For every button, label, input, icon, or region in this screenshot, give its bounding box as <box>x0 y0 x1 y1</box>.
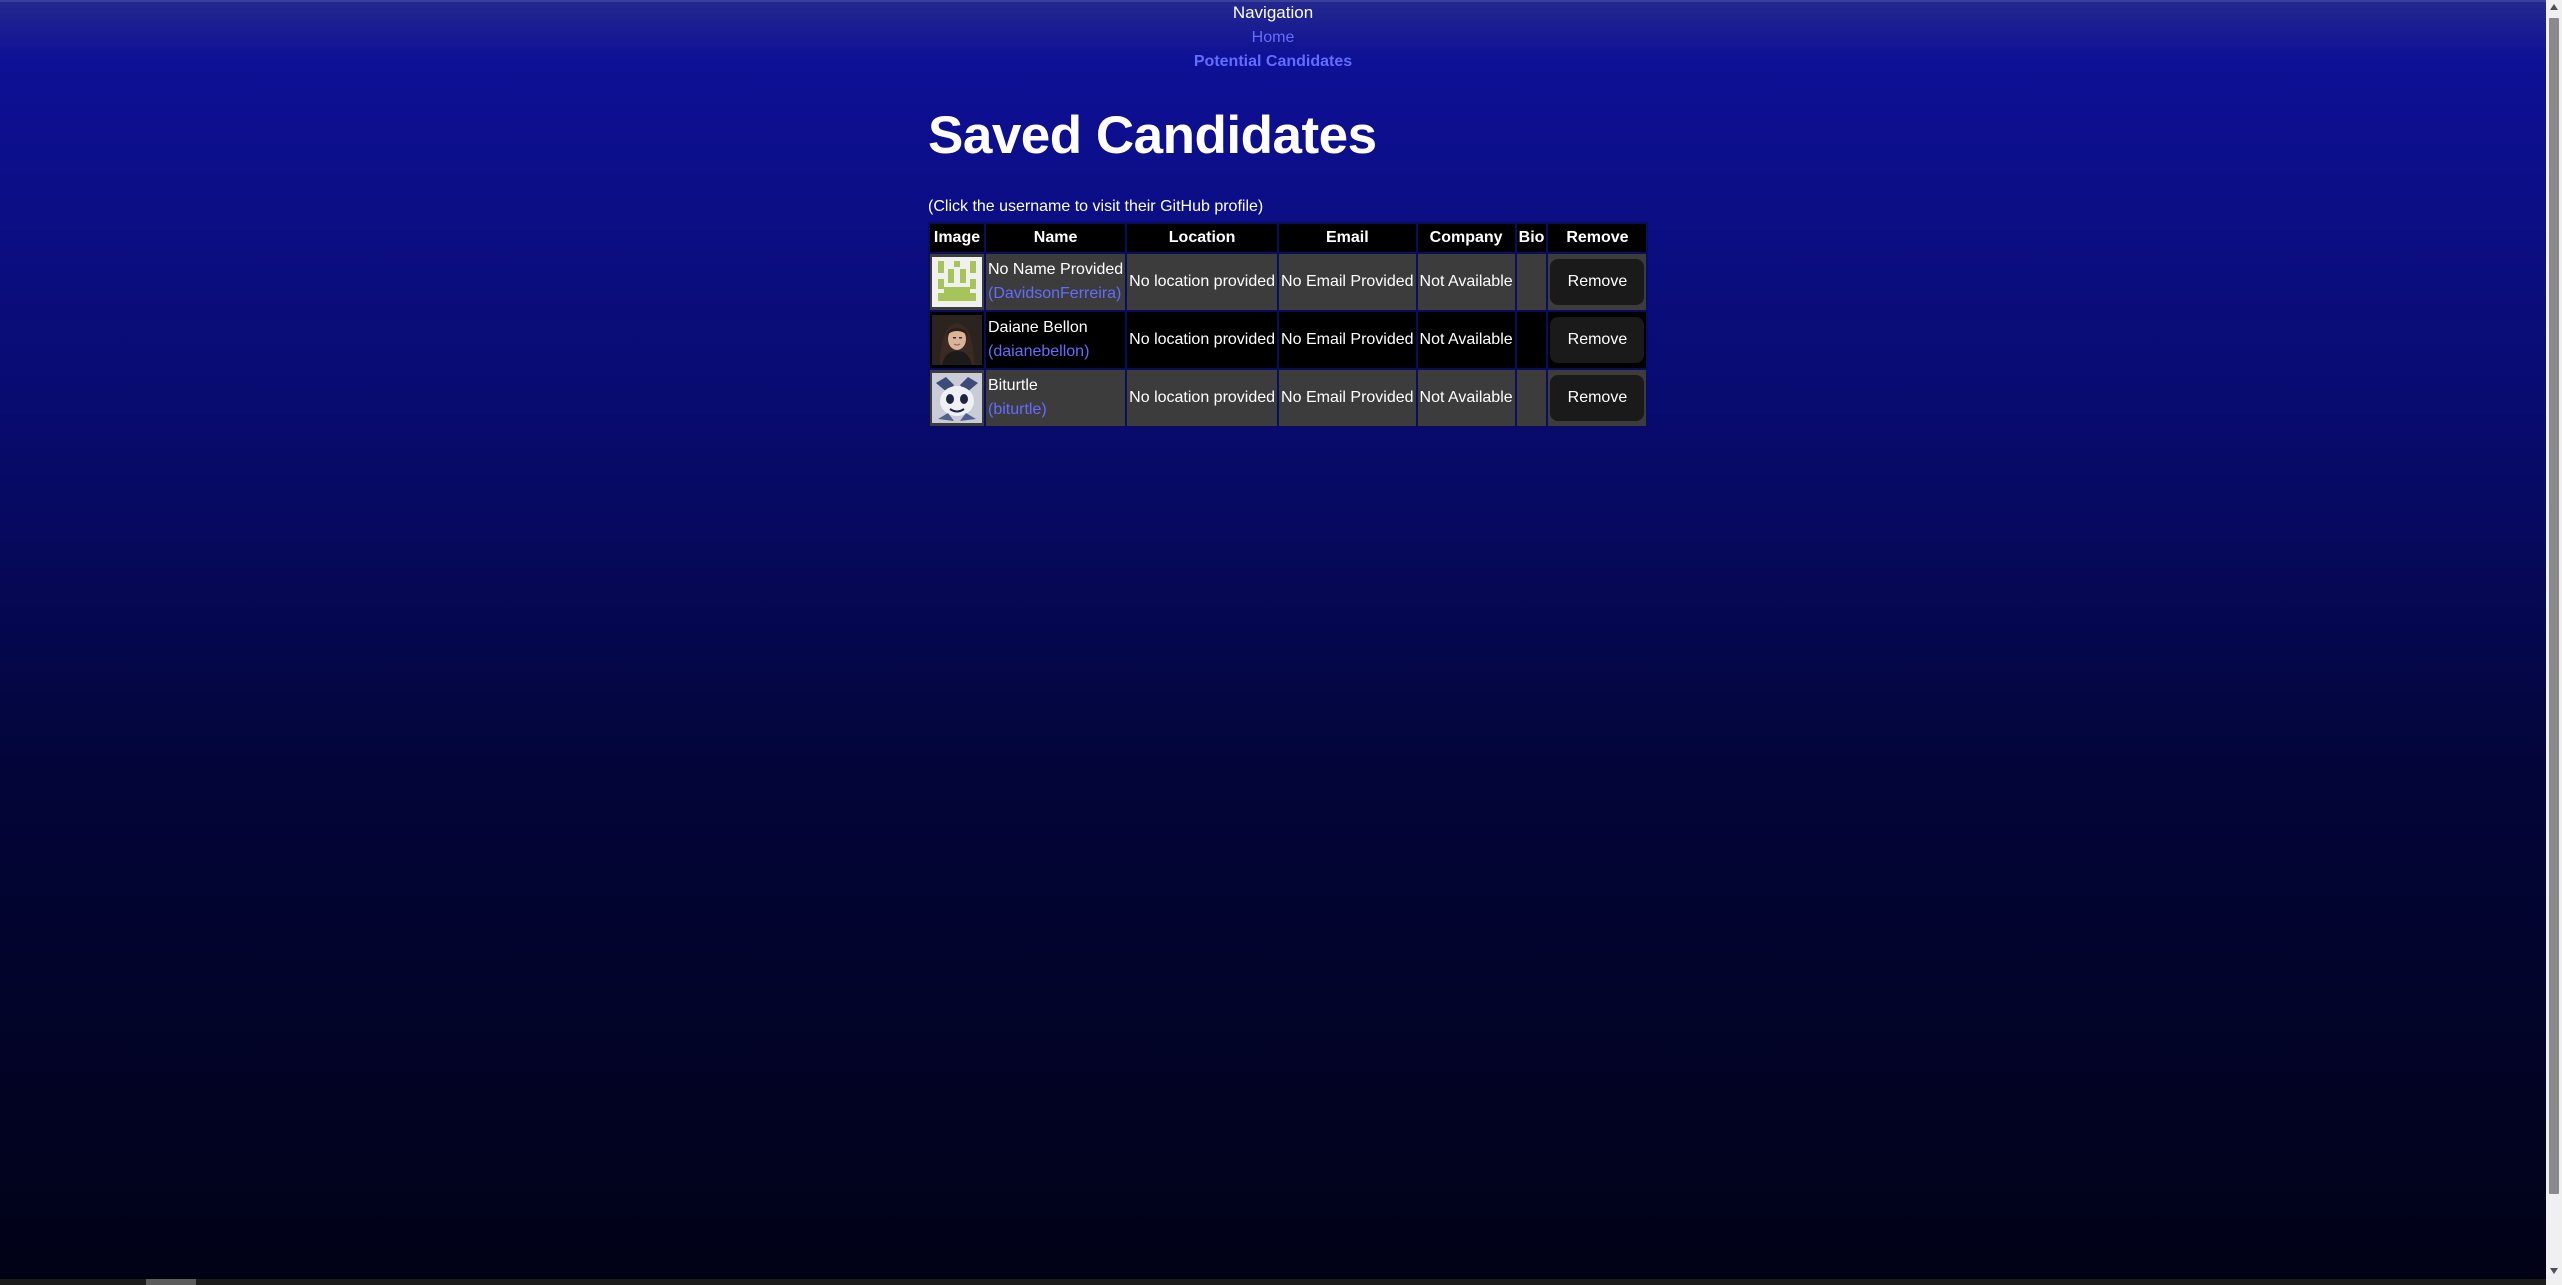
candidate-username-link[interactable]: (DavidsonFerreira) <box>988 285 1121 302</box>
bio-cell <box>1516 370 1547 426</box>
avatar-cell <box>930 254 984 310</box>
remove-cell: Remove <box>1548 370 1647 426</box>
email-cell: No Email Provided <box>1279 312 1416 368</box>
email-cell: No Email Provided <box>1279 254 1416 310</box>
avatar-cell <box>930 370 984 426</box>
profile-hint: (Click the username to visit their GitHu… <box>928 198 1264 215</box>
nav-title: Navigation <box>1232 3 1314 22</box>
scroll-down-arrow-icon[interactable] <box>2550 1268 2558 1274</box>
nav-item-potential-candidates: Potential Candidates <box>0 50 2546 74</box>
remove-cell: Remove <box>1548 312 1647 368</box>
header-email: Email <box>1279 224 1416 252</box>
avatar-cell <box>930 312 984 368</box>
bio-cell <box>1516 254 1547 310</box>
company-cell: Not Available <box>1417 370 1515 426</box>
company-cell: Not Available <box>1417 254 1515 310</box>
nav-list: Home Potential Candidates <box>0 26 2546 74</box>
header-remove: Remove <box>1548 224 1647 252</box>
remove-button[interactable]: Remove <box>1550 375 1645 421</box>
table-row: No Name Provided (DavidsonFerreira) No l… <box>930 254 1647 310</box>
vertical-scroll-thumb[interactable] <box>2549 18 2559 1194</box>
header-image: Image <box>930 224 984 252</box>
main-content: Saved Candidates (Click the username to … <box>928 100 1649 428</box>
page-title: Saved Candidates <box>928 106 1377 165</box>
table-row: Daiane Bellon (daianebellon) No location… <box>930 312 1647 368</box>
nav-link-potential-candidates[interactable]: Potential Candidates <box>1194 53 1352 70</box>
horizontal-scroll-thumb[interactable] <box>146 1279 196 1285</box>
nav-link-home[interactable]: Home <box>1252 29 1295 46</box>
header-company: Company <box>1417 224 1515 252</box>
candidate-name: No Name Provided <box>988 261 1124 278</box>
remove-cell: Remove <box>1548 254 1647 310</box>
location-cell: No location provided <box>1127 370 1278 426</box>
name-cell: Biturtle (biturtle) <box>986 370 1126 426</box>
vertical-scrollbar[interactable] <box>2546 0 2562 1285</box>
header-bio: Bio <box>1516 224 1547 252</box>
navigation: Navigation Home Potential Candidates <box>0 2 2546 74</box>
name-cell: Daiane Bellon (daianebellon) <box>986 312 1126 368</box>
saved-candidates-table: Image Name Location Email Company Bio Re… <box>928 222 1649 428</box>
avatar-cartoon <box>932 373 982 423</box>
candidate-username-link[interactable]: (biturtle) <box>988 401 1047 418</box>
email-cell: No Email Provided <box>1279 370 1416 426</box>
location-cell: No location provided <box>1127 254 1278 310</box>
company-cell: Not Available <box>1417 312 1515 368</box>
table-header-row: Image Name Location Email Company Bio Re… <box>930 224 1647 252</box>
header-name: Name <box>986 224 1126 252</box>
horizontal-scrollbar[interactable] <box>0 1279 2546 1285</box>
nav-item-home: Home <box>0 26 2546 50</box>
avatar-photo <box>932 315 982 365</box>
table-row: Biturtle (biturtle) No location provided… <box>930 370 1647 426</box>
name-cell: No Name Provided (DavidsonFerreira) <box>986 254 1126 310</box>
scroll-up-arrow-icon[interactable] <box>2550 4 2558 10</box>
remove-button[interactable]: Remove <box>1550 259 1645 305</box>
bio-cell <box>1516 312 1547 368</box>
candidate-name: Biturtle <box>988 377 1038 394</box>
candidate-name: Daiane Bellon <box>988 319 1088 336</box>
header-location: Location <box>1127 224 1278 252</box>
candidate-username-link[interactable]: (daianebellon) <box>988 343 1089 360</box>
avatar-identicon <box>932 257 982 307</box>
remove-button[interactable]: Remove <box>1550 317 1645 363</box>
location-cell: No location provided <box>1127 312 1278 368</box>
